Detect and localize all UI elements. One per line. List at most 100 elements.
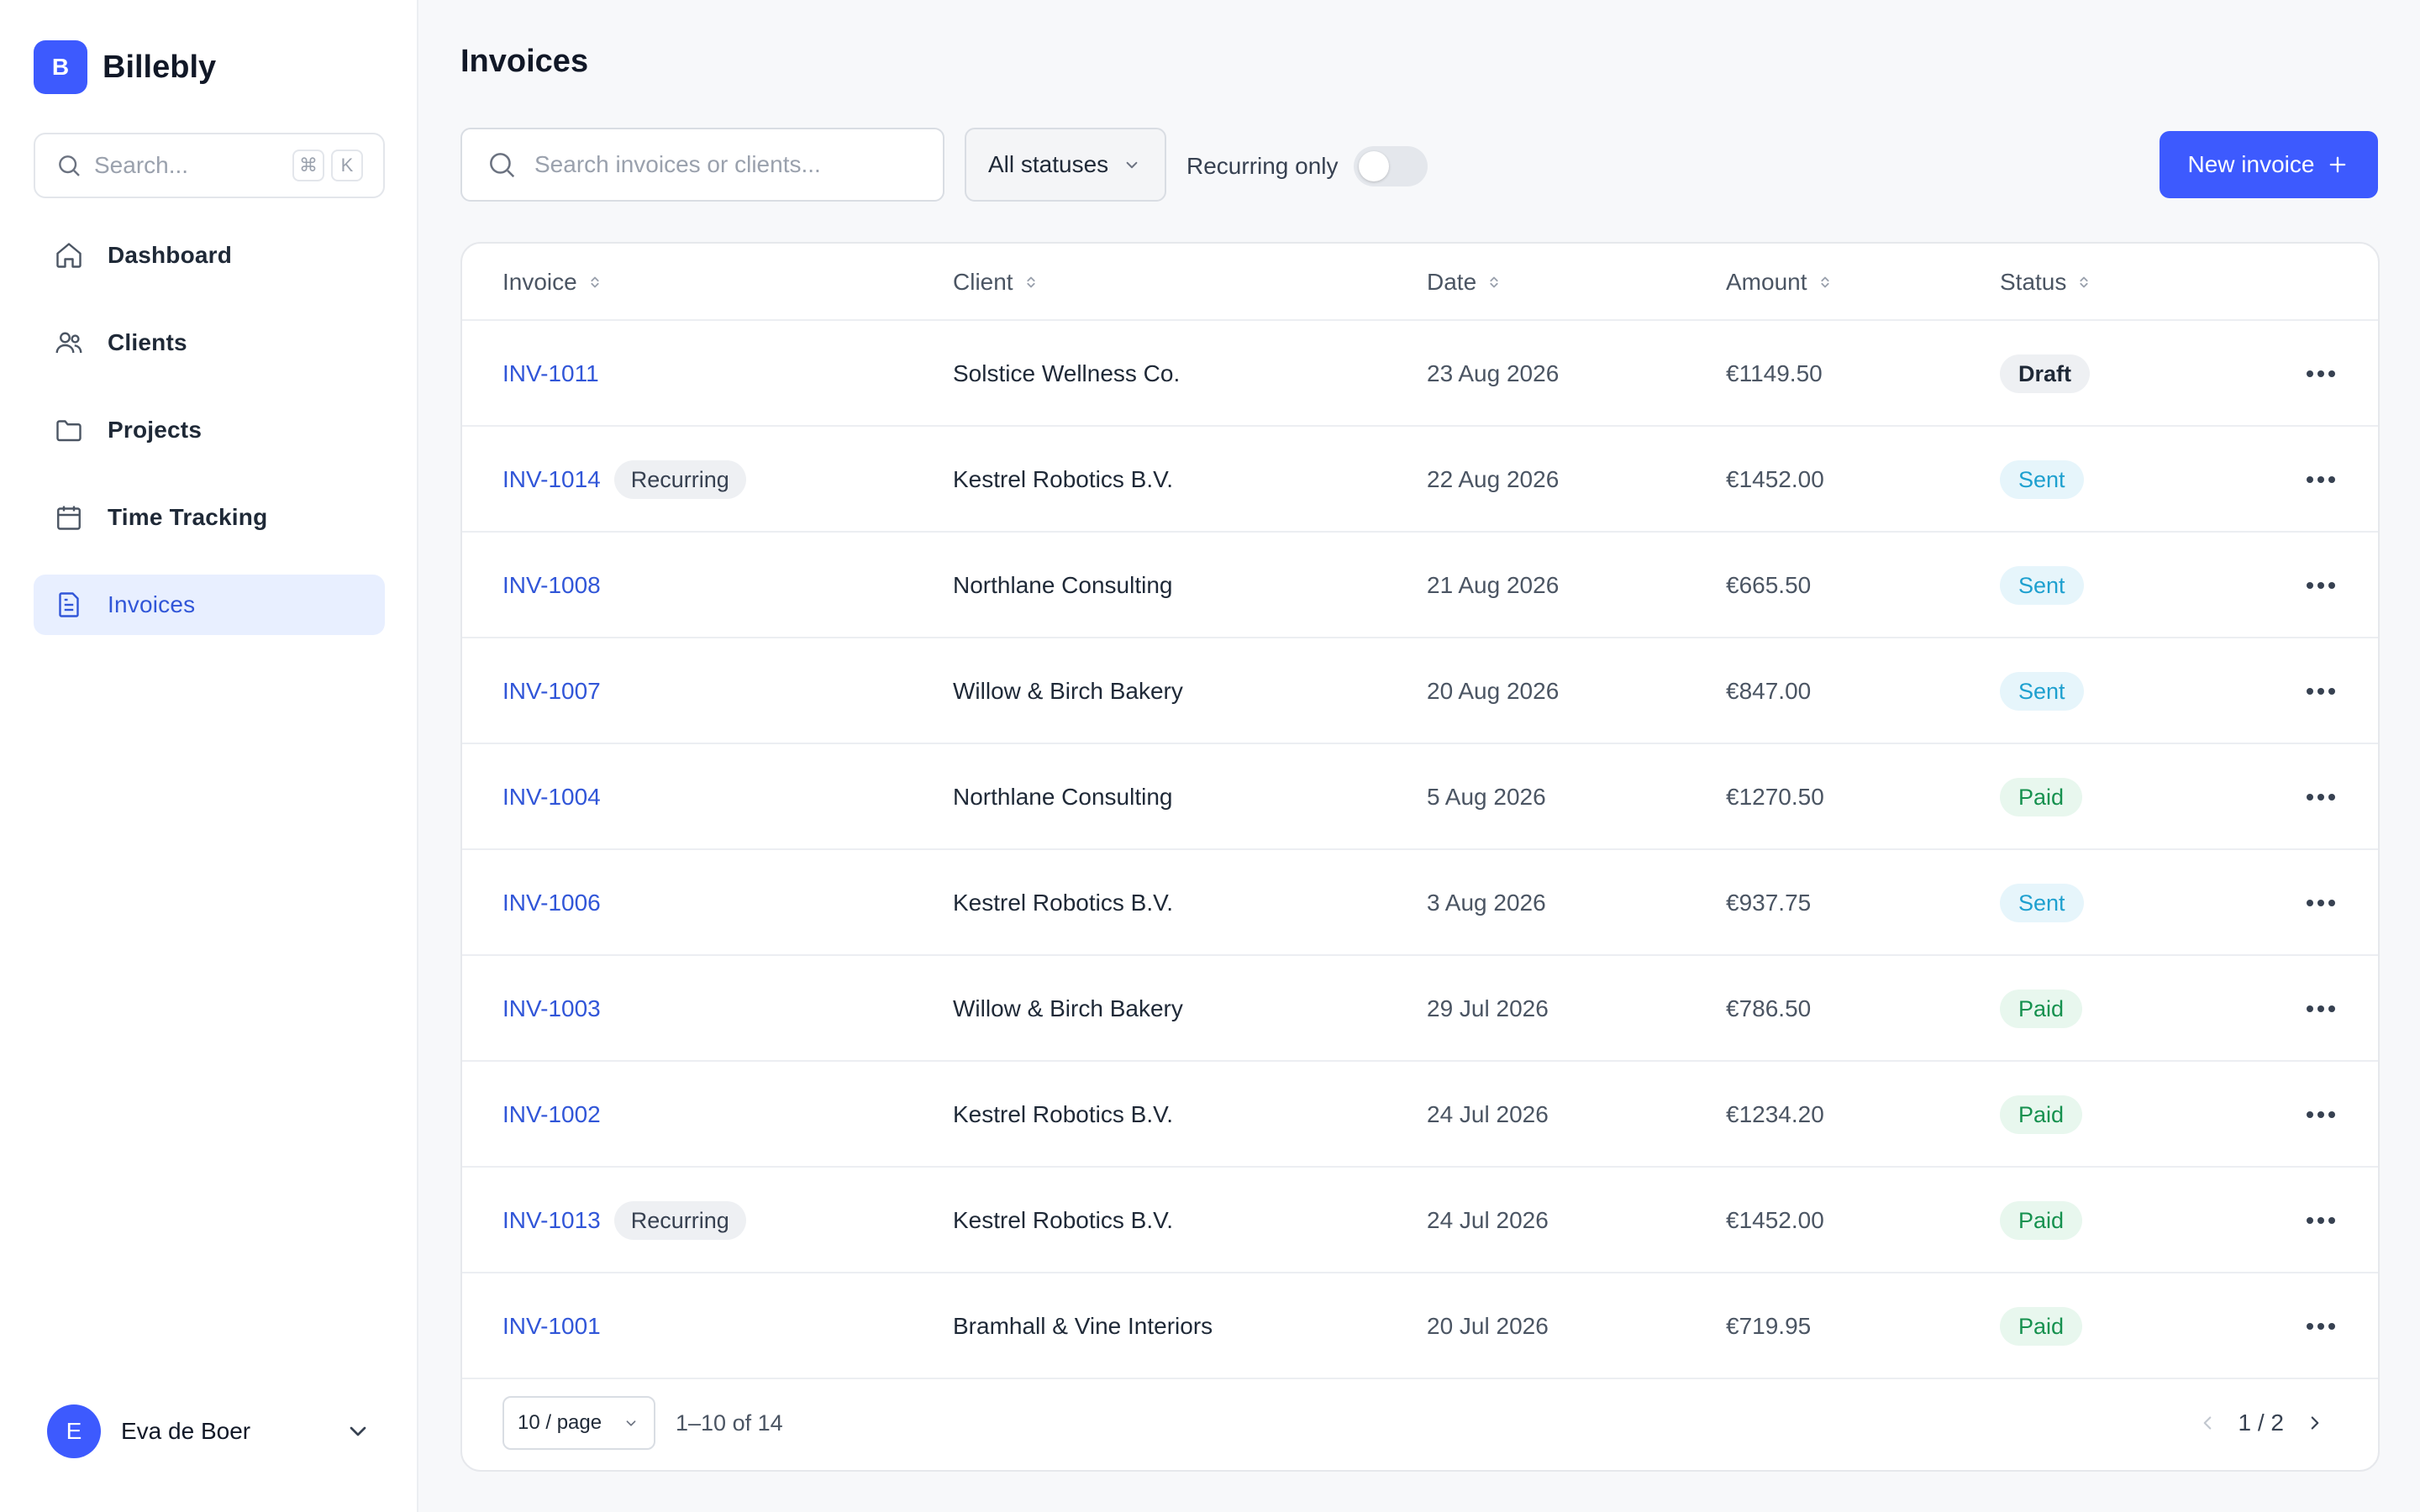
- shortcut-command-key: ⌘: [292, 150, 324, 181]
- sidebar-item-projects[interactable]: Projects: [34, 400, 385, 460]
- sidebar-item-invoices[interactable]: Invoices: [34, 575, 385, 635]
- users-icon: [55, 332, 82, 354]
- page-size-select[interactable]: 10 / page: [502, 1396, 655, 1450]
- amount-cell: €1452.00: [1726, 466, 1824, 492]
- column-header-date[interactable]: Date: [1427, 244, 1503, 321]
- status-cell: Sent: [2000, 850, 2084, 956]
- table-footer: 10 / page 1–10 of 14 1 / 2: [462, 1376, 2378, 1470]
- row-actions-button[interactable]: [2296, 321, 2346, 427]
- new-invoice-button[interactable]: New invoice: [2160, 131, 2378, 198]
- row-actions-button[interactable]: [2296, 850, 2346, 956]
- status-cell: Paid: [2000, 744, 2083, 850]
- invoice-number-link[interactable]: INV-1008: [502, 572, 601, 599]
- status-cell: Paid: [2000, 956, 2083, 1062]
- table-row[interactable]: INV-1006 Kestrel Robotics B.V. 3 Aug 2026 €…: [462, 850, 2378, 956]
- date-cell: 23 Aug 2026: [1427, 360, 1560, 386]
- invoice-cell: INV-1011: [502, 321, 599, 427]
- chevron-right-icon[interactable]: [2304, 1412, 2326, 1434]
- sidebar-search[interactable]: Search... ⌘ K: [34, 133, 385, 198]
- column-label: Amount: [1726, 269, 1807, 295]
- new-invoice-label: New invoice: [2187, 151, 2315, 177]
- sort-icon: [1490, 276, 1498, 288]
- recurring-badge: Recurring: [613, 460, 746, 499]
- row-actions-button[interactable]: [2296, 427, 2346, 533]
- column-header-amount[interactable]: Amount: [1726, 244, 1834, 321]
- invoice-cell: INV-1004: [502, 744, 601, 850]
- date-cell: 3 Aug 2026: [1427, 890, 1546, 916]
- chevron-down-icon: [626, 1420, 636, 1426]
- status-cell: Sent: [2000, 638, 2084, 744]
- status-cell: Paid: [2000, 1273, 2083, 1379]
- client-cell: Willow & Birch Bakery: [953, 995, 1183, 1021]
- table-row[interactable]: INV-1008 Northlane Consulting 21 Aug 2026 €…: [462, 533, 2378, 638]
- user-menu[interactable]: E Eva de Boer: [47, 1404, 371, 1458]
- invoice-cell: INV-1003: [502, 956, 601, 1062]
- date-cell: 29 Jul 2026: [1427, 995, 1549, 1021]
- table-row[interactable]: INV-1001 Bramhall & Vine Interiors 20 Jul …: [462, 1273, 2378, 1379]
- invoice-number-link[interactable]: INV-1003: [502, 995, 601, 1022]
- sidebar-item-label: Projects: [108, 417, 203, 443]
- invoice-number-link[interactable]: INV-1004: [502, 784, 601, 811]
- row-actions-button[interactable]: [2296, 1062, 2346, 1168]
- invoice-search-input[interactable]: [534, 151, 919, 178]
- status-badge: Paid: [2000, 1307, 2083, 1346]
- row-actions-button[interactable]: [2296, 956, 2346, 1062]
- table-row[interactable]: INV-1014 Recurring Kestrel Robotics B.V. 22…: [462, 427, 2378, 533]
- column-header-status[interactable]: Status: [2000, 244, 2093, 321]
- chevron-left-icon[interactable]: [2196, 1412, 2218, 1434]
- client-cell: Northlane Consulting: [953, 572, 1173, 598]
- row-actions-button[interactable]: [2296, 744, 2346, 850]
- invoice-number-link[interactable]: INV-1011: [502, 360, 599, 387]
- sidebar-item-clients[interactable]: Clients: [34, 312, 385, 373]
- column-header-client[interactable]: Client: [953, 244, 1040, 321]
- invoice-number-link[interactable]: INV-1006: [502, 890, 601, 916]
- pagination-range: 1–10 of 14: [676, 1410, 783, 1436]
- column-header-invoice[interactable]: Invoice: [502, 244, 604, 321]
- status-cell: Paid: [2000, 1062, 2083, 1168]
- more-horizontal-icon: [2307, 1217, 2335, 1224]
- invoice-cell: INV-1001: [502, 1273, 601, 1379]
- recurring-only-toggle[interactable]: [1353, 146, 1428, 186]
- amount-cell: €719.95: [1726, 1313, 1812, 1339]
- date-cell: 20 Jul 2026: [1427, 1313, 1549, 1339]
- date-cell: 24 Jul 2026: [1427, 1207, 1549, 1233]
- table-row[interactable]: INV-1011 Solstice Wellness Co. 23 Aug 2026…: [462, 321, 2378, 427]
- status-badge: Paid: [2000, 990, 2083, 1028]
- invoice-search[interactable]: [460, 128, 944, 202]
- sort-icon: [1027, 276, 1035, 288]
- amount-cell: €1149.50: [1726, 360, 1823, 386]
- invoice-cell: INV-1007: [502, 638, 601, 744]
- sidebar-nav: Dashboard Clients Projects Time Tracking…: [34, 225, 385, 662]
- sidebar-item-time-tracking[interactable]: Time Tracking: [34, 487, 385, 548]
- invoice-number-link[interactable]: INV-1001: [502, 1313, 601, 1340]
- table-row[interactable]: INV-1013 Recurring Kestrel Robotics B.V. 24…: [462, 1168, 2378, 1273]
- amount-cell: €1234.20: [1726, 1101, 1824, 1127]
- amount-cell: €937.75: [1726, 890, 1812, 916]
- table-row[interactable]: INV-1007 Willow & Birch Bakery 20 Aug 2026…: [462, 638, 2378, 744]
- invoice-number-link[interactable]: INV-1007: [502, 678, 601, 705]
- client-cell: Willow & Birch Bakery: [953, 678, 1183, 704]
- amount-cell: €847.00: [1726, 678, 1812, 704]
- brand[interactable]: B Billebly: [34, 40, 216, 94]
- row-actions-button[interactable]: [2296, 1273, 2346, 1379]
- more-horizontal-icon: [2307, 1323, 2335, 1330]
- invoices-table: Invoice Client Date Amount Status INV-10…: [460, 242, 2380, 1472]
- table-row[interactable]: INV-1003 Willow & Birch Bakery 29 Jul 2026…: [462, 956, 2378, 1062]
- sidebar-item-dashboard[interactable]: Dashboard: [34, 225, 385, 286]
- status-filter-value: All statuses: [988, 151, 1109, 177]
- status-badge: Sent: [2000, 566, 2084, 605]
- invoice-number-link[interactable]: INV-1002: [502, 1101, 601, 1128]
- table-body: INV-1011 Solstice Wellness Co. 23 Aug 2026…: [462, 321, 2378, 1379]
- more-horizontal-icon: [2307, 476, 2335, 483]
- invoice-number-link[interactable]: INV-1014: [502, 466, 601, 493]
- table-row[interactable]: INV-1004 Northlane Consulting 5 Aug 2026 €1…: [462, 744, 2378, 850]
- chevron-down-icon[interactable]: [345, 1418, 371, 1445]
- row-actions-button[interactable]: [2296, 1168, 2346, 1273]
- row-actions-button[interactable]: [2296, 638, 2346, 744]
- table-row[interactable]: INV-1002 Kestrel Robotics B.V. 24 Jul 2026…: [462, 1062, 2378, 1168]
- status-filter-select[interactable]: All statuses: [965, 128, 1166, 202]
- row-actions-button[interactable]: [2296, 533, 2346, 638]
- calendar-icon: [57, 506, 81, 530]
- sort-icon: [2080, 276, 2088, 288]
- invoice-number-link[interactable]: INV-1013: [502, 1207, 601, 1234]
